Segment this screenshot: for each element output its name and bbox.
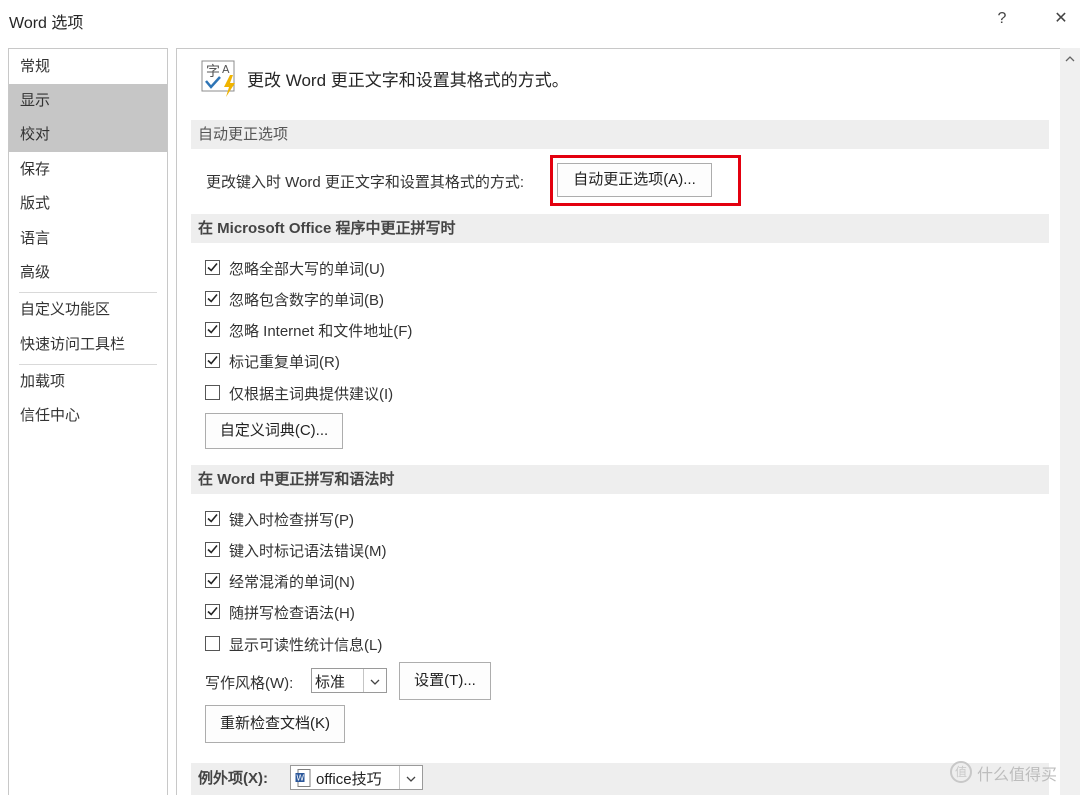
checkbox[interactable] (205, 636, 220, 651)
watermark-text: 什么值得买 (977, 767, 1058, 784)
sidebar-item-display[interactable]: 显示 (9, 84, 167, 118)
scroll-up-arrow-icon[interactable] (1060, 48, 1080, 70)
svg-text:A: A (222, 63, 230, 76)
writing-style-value: 标准 (315, 674, 346, 691)
checkbox-label: 键入时检查拼写(P) (229, 512, 354, 529)
title-bar: Word 选项 ? ✕ (0, 0, 1080, 40)
proofing-icon: 字 A (201, 60, 235, 97)
scroll-track[interactable] (1063, 70, 1077, 795)
checkbox[interactable] (205, 291, 220, 306)
checkmark-icon (207, 575, 218, 585)
sidebar-item-trust-center[interactable]: 信任中心 (9, 399, 167, 433)
checkbox[interactable] (205, 511, 220, 526)
watermark-logo-icon: 值 (950, 761, 972, 783)
exceptions-document-value: office技巧 (316, 771, 382, 788)
checkbox[interactable] (205, 385, 220, 400)
sidebar-item-customize-ribbon[interactable]: 自定义功能区 (9, 293, 167, 327)
sidebar-item-quick-access-toolbar[interactable]: 快速访问工具栏 (9, 328, 167, 362)
checkmark-icon (207, 355, 218, 365)
checkbox[interactable] (205, 542, 220, 557)
sidebar-item-language[interactable]: 语言 (9, 222, 167, 256)
checkmark-icon (207, 606, 218, 616)
sidebar-item-proofing[interactable]: 校对 (9, 118, 167, 152)
checkbox-label: 忽略包含数字的单词(B) (229, 292, 384, 309)
grammar-settings-button[interactable]: 设置(T)... (399, 662, 491, 700)
checkbox[interactable] (205, 260, 220, 275)
exceptions-label: 例外项(X): (198, 770, 268, 787)
exceptions-document-select[interactable]: W office技巧 (290, 765, 423, 790)
checkbox-label: 忽略 Internet 和文件地址(F) (229, 323, 413, 340)
checkbox[interactable] (205, 353, 220, 368)
checkmark-icon (207, 324, 218, 334)
checkmark-icon (207, 544, 218, 554)
sidebar-item-layout[interactable]: 版式 (9, 187, 167, 221)
checkbox-label: 忽略全部大写的单词(U) (229, 261, 385, 278)
checkbox-label: 键入时标记语法错误(M) (229, 543, 387, 560)
checkbox-label: 显示可读性统计信息(L) (229, 637, 383, 654)
sidebar-item-advanced[interactable]: 高级 (9, 256, 167, 290)
checkbox-label: 随拼写检查语法(H) (229, 605, 355, 622)
help-button[interactable]: ? (988, 6, 1016, 32)
writing-style-select[interactable]: 标准 (311, 668, 387, 693)
chevron-down-icon (399, 766, 422, 789)
checkmark-icon (207, 513, 218, 523)
checkbox-label: 仅根据主词典提供建议(I) (229, 386, 394, 403)
page-heading: 更改 Word 更正文字和设置其格式的方式。 (247, 71, 569, 90)
word-document-icon: W (295, 769, 311, 787)
checkbox[interactable] (205, 322, 220, 337)
checkmark-icon (207, 293, 218, 303)
section-header-autocorrect: 自动更正选项 (191, 120, 1049, 149)
checkbox[interactable] (205, 604, 220, 619)
checkbox-label: 经常混淆的单词(N) (229, 574, 355, 591)
vertical-scrollbar[interactable] (1060, 48, 1080, 795)
custom-dictionaries-button[interactable]: 自定义词典(C)... (205, 413, 343, 449)
writing-style-label: 写作风格(W): (205, 675, 294, 692)
checkbox-label: 标记重复单词(R) (229, 354, 340, 371)
recheck-document-button[interactable]: 重新检查文档(K) (205, 705, 345, 743)
sidebar-item-general[interactable]: 常规 (9, 50, 167, 84)
sidebar-item-save[interactable]: 保存 (9, 153, 167, 187)
section-header-office-spelling: 在 Microsoft Office 程序中更正拼写时 (191, 214, 1049, 243)
options-sidebar: 常规 显示 校对 保存 版式 语言 高级 自定义功能区 快速访问工具栏 加载项 … (8, 48, 168, 795)
svg-text:W: W (296, 774, 304, 783)
proofing-panel: 字 A 更改 Word 更正文字和设置其格式的方式。 自动更正选项 更改键入时 … (176, 48, 1080, 795)
sidebar-item-add-ins[interactable]: 加载项 (9, 365, 167, 399)
chevron-down-icon (363, 669, 386, 692)
highlight-annotation (550, 155, 741, 206)
checkbox[interactable] (205, 573, 220, 588)
autocorrect-description: 更改键入时 Word 更正文字和设置其格式的方式: (206, 174, 525, 191)
close-button[interactable]: ✕ (1047, 6, 1075, 32)
dialog-title: Word 选项 (9, 15, 84, 32)
section-header-word-spelling: 在 Word 中更正拼写和语法时 (191, 465, 1049, 494)
checkmark-icon (207, 262, 218, 272)
